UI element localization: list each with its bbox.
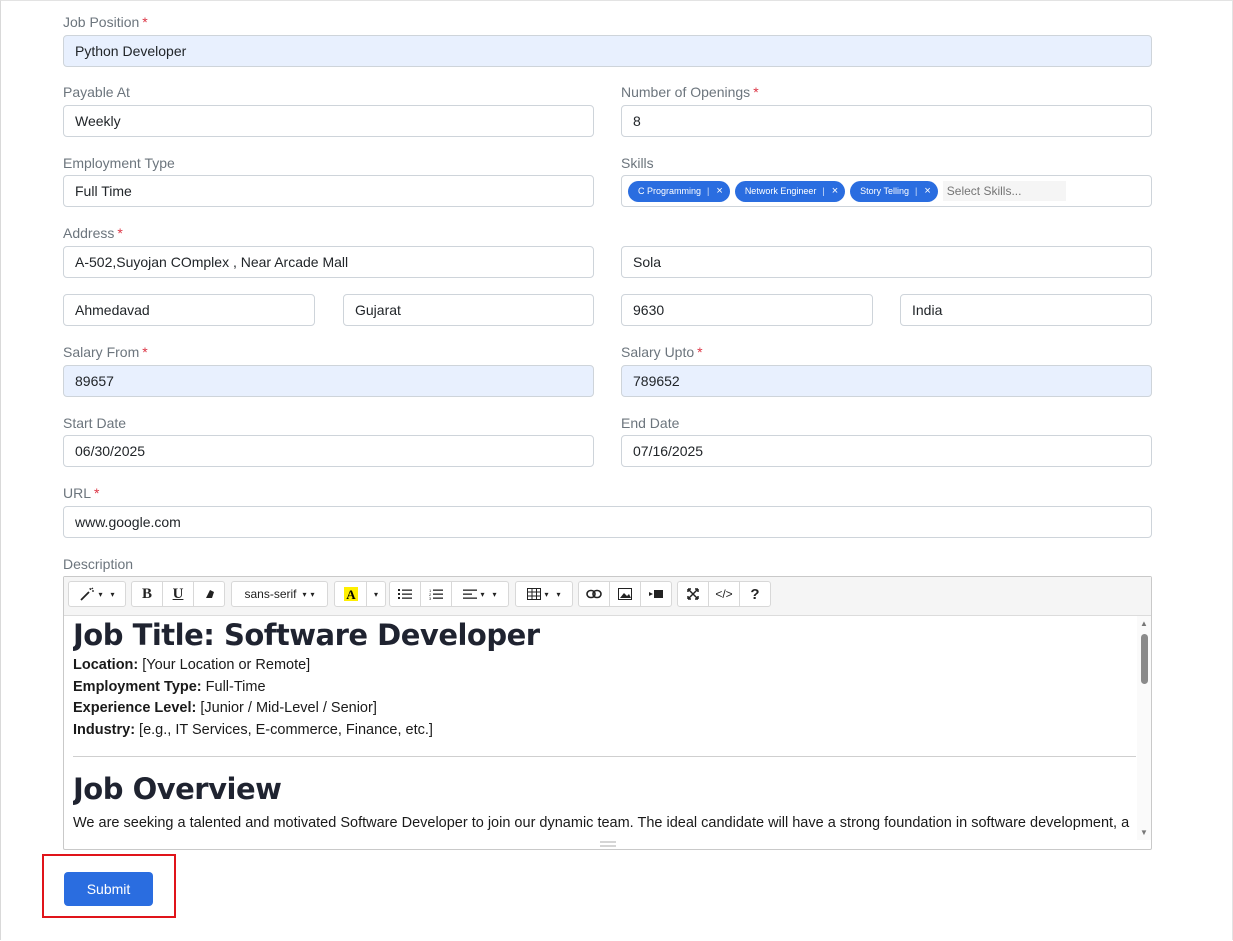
font-family-value: sans-serif	[244, 587, 297, 601]
table-button[interactable]: ▾ ▾	[515, 581, 573, 607]
video-button[interactable]	[640, 581, 672, 607]
unordered-list-icon	[398, 589, 412, 599]
skills-multiselect[interactable]: C Programming | × Network Engineer | × Story…	[621, 175, 1152, 207]
address-line1-input[interactable]: A-502,Suyojan COmplex , Near Arcade Mall	[63, 246, 594, 278]
text-color-dropdown[interactable]: ▾	[366, 581, 386, 607]
ordered-list-button[interactable]: 123	[420, 581, 452, 607]
description-label: Description	[63, 556, 134, 572]
help-button[interactable]: ?	[739, 581, 771, 607]
required-mark: *	[142, 344, 148, 360]
fullscreen-button[interactable]	[677, 581, 709, 607]
link-button[interactable]	[578, 581, 610, 607]
highlight-box	[42, 854, 176, 918]
editor-resize-handle[interactable]	[600, 841, 616, 847]
start-date-input[interactable]: 06/30/2025	[63, 435, 594, 467]
description-editor: ▾ ▾ B U sans-serif ▾ ▾ A ▾ 123 ▾ ▾ ▾ ▾ <…	[63, 576, 1152, 850]
link-icon	[586, 589, 602, 599]
text-color-button[interactable]: A	[334, 581, 367, 607]
svg-text:3: 3	[429, 596, 432, 600]
editor-toolbar: ▾ ▾ B U sans-serif ▾ ▾ A ▾ 123 ▾ ▾ ▾ ▾ <…	[64, 577, 1151, 616]
picture-button[interactable]	[609, 581, 641, 607]
payable-at-label: Payable At	[63, 84, 130, 100]
unordered-list-button[interactable]	[389, 581, 421, 607]
table-icon	[527, 588, 542, 600]
paragraph-align-button[interactable]: ▾ ▾	[451, 581, 509, 607]
address-line2-input[interactable]: Sola	[621, 246, 1152, 278]
content-heading-title: Job Title: Software Developer	[73, 618, 540, 652]
video-icon	[649, 590, 663, 598]
magic-style-button[interactable]: ▾ ▾	[68, 581, 126, 607]
skill-chip: Story Telling | ×	[850, 180, 938, 202]
eraser-icon	[206, 590, 214, 598]
magic-icon	[80, 587, 95, 601]
required-mark: *	[753, 84, 759, 100]
skills-label: Skills	[621, 155, 654, 171]
end-date-input[interactable]: 07/16/2025	[621, 435, 1152, 467]
skill-chip-label: Story Telling	[860, 185, 909, 196]
skill-chip: C Programming | ×	[628, 180, 730, 202]
underline-button[interactable]: U	[162, 581, 194, 607]
skills-search-input[interactable]: Select Skills...	[942, 181, 1066, 201]
content-experience-level: Experience Level: [Junior / Mid-Level / …	[73, 700, 377, 716]
required-mark: *	[117, 225, 123, 241]
text-color-icon: A	[343, 587, 358, 602]
payable-at-select[interactable]: Weekly	[63, 105, 594, 137]
picture-icon	[618, 588, 632, 600]
required-mark: *	[142, 14, 148, 30]
content-employment-type: Employment Type: Full-Time	[73, 678, 266, 695]
required-mark: *	[697, 344, 703, 360]
salary-from-input[interactable]: 89657	[63, 365, 594, 397]
bold-button[interactable]: B	[131, 581, 163, 607]
code-view-button[interactable]: </>	[708, 581, 740, 607]
employment-type-select[interactable]: Full Time	[63, 175, 594, 207]
content-heading-overview: Job Overview	[73, 772, 282, 806]
skill-chip: Network Engineer | ×	[734, 180, 846, 202]
scroll-up-icon[interactable]: ▲	[1140, 619, 1148, 628]
skill-chip-label: C Programming	[638, 185, 702, 196]
font-family-select[interactable]: sans-serif ▾ ▾	[231, 581, 328, 607]
content-overview: We are seeking a talented and motivated …	[73, 815, 1130, 831]
url-input[interactable]: www.google.com	[63, 506, 1152, 538]
scroll-down-icon[interactable]: ▼	[1140, 828, 1148, 837]
content-location: Location: [Your Location or Remote]	[73, 657, 311, 673]
skill-chip-label: Network Engineer	[744, 185, 817, 196]
start-date-label: Start Date	[63, 415, 127, 431]
url-label: URL *	[63, 485, 100, 501]
city-input[interactable]: Ahmedavad	[63, 294, 315, 326]
salary-from-label: Salary From *	[63, 344, 148, 360]
state-input[interactable]: Gujarat	[343, 294, 594, 326]
salary-upto-label: Salary Upto *	[621, 344, 703, 360]
job-position-label: Job Position *	[63, 14, 148, 30]
editor-scrollbar[interactable]: ▲ ▼	[1137, 616, 1151, 840]
remove-chip-icon[interactable]: ×	[829, 181, 841, 202]
remove-chip-icon[interactable]: ×	[921, 181, 933, 202]
content-industry: Industry: [e.g., IT Services, E-commerce…	[73, 721, 433, 738]
fullscreen-icon	[687, 588, 699, 600]
remove-chip-icon[interactable]: ×	[713, 181, 725, 202]
scroll-thumb[interactable]	[1141, 634, 1148, 684]
job-position-input[interactable]: Python Developer	[63, 35, 1152, 67]
salary-upto-input[interactable]: 789652	[621, 365, 1152, 397]
employment-type-label: Employment Type	[63, 155, 175, 171]
ordered-list-icon: 123	[429, 588, 443, 600]
address-label: Address *	[63, 225, 123, 241]
openings-label: Number of Openings *	[621, 84, 759, 100]
openings-input[interactable]: 8	[621, 105, 1152, 137]
required-mark: *	[94, 485, 100, 501]
editor-content[interactable]: Job Title: Software Developer Location: …	[73, 617, 1136, 839]
end-date-label: End Date	[621, 415, 680, 431]
zip-input[interactable]: 9630	[621, 294, 873, 326]
content-divider	[73, 756, 1136, 757]
clear-format-button[interactable]	[193, 581, 225, 607]
svg-text:A: A	[346, 587, 356, 602]
country-input[interactable]: India	[900, 294, 1152, 326]
paragraph-align-icon	[463, 589, 478, 599]
